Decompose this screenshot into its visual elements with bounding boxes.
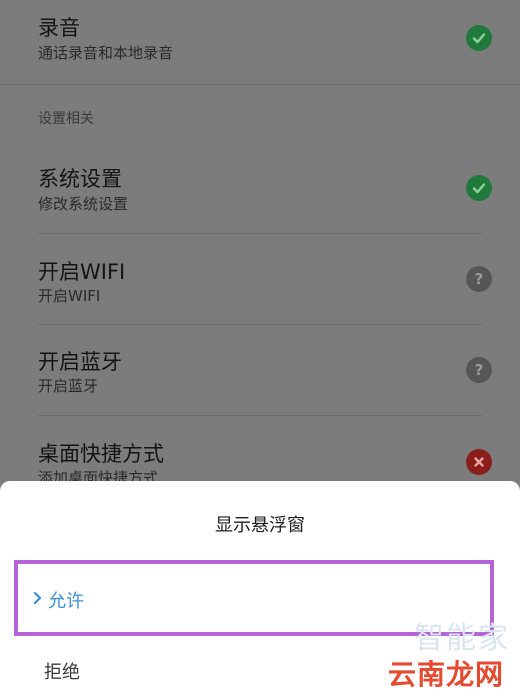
permission-title: 开启WIFI bbox=[38, 260, 126, 284]
permission-title: 系统设置 bbox=[38, 167, 122, 191]
floating-window-dialog: 显示悬浮窗 允许 拒绝 智能家 云南龙网 bbox=[0, 481, 520, 697]
permission-subtitle: 开启蓝牙 bbox=[38, 377, 99, 395]
permission-row-bluetooth[interactable]: 开启蓝牙 开启蓝牙 ? bbox=[0, 325, 520, 415]
permission-settings-screen: 录音 通话录音和本地录音 设置相关 系统设置 修改系统设置 开启WIFI 开启W… bbox=[0, 0, 520, 697]
divider bbox=[0, 84, 520, 85]
check-icon[interactable] bbox=[466, 25, 492, 51]
permission-row-system-settings[interactable]: 系统设置 修改系统设置 bbox=[0, 145, 520, 233]
permission-title: 录音 bbox=[38, 16, 80, 40]
permission-subtitle: 通话录音和本地录音 bbox=[38, 44, 174, 62]
deny-label: 拒绝 bbox=[44, 662, 80, 683]
watermark-bottom-text: 云南龙网 bbox=[387, 658, 504, 691]
permission-title: 开启蓝牙 bbox=[38, 350, 122, 374]
cross-icon[interactable] bbox=[466, 449, 492, 475]
watermark-logo: 智能家 云南龙网 bbox=[374, 613, 514, 693]
permission-row-recording[interactable]: 录音 通话录音和本地录音 bbox=[0, 0, 520, 84]
watermark-top-text: 智能家 bbox=[414, 621, 510, 656]
permission-row-wifi[interactable]: 开启WIFI 开启WIFI ? bbox=[0, 234, 520, 324]
question-icon[interactable]: ? bbox=[466, 266, 492, 292]
permission-subtitle: 开启WIFI bbox=[38, 287, 101, 305]
chevron-right-icon bbox=[33, 591, 42, 605]
dialog-title: 显示悬浮窗 bbox=[215, 515, 305, 536]
permission-title: 桌面快捷方式 bbox=[38, 442, 164, 466]
allow-label: 允许 bbox=[48, 591, 84, 612]
check-icon[interactable] bbox=[466, 175, 492, 201]
question-icon[interactable]: ? bbox=[466, 357, 492, 383]
section-header: 设置相关 bbox=[38, 111, 94, 127]
permission-subtitle: 修改系统设置 bbox=[38, 195, 129, 213]
